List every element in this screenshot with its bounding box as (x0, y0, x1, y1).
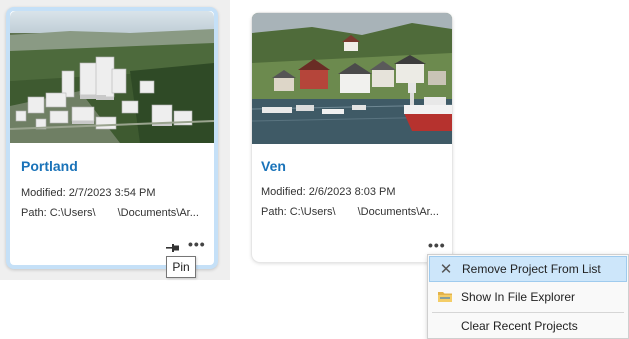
project-path-prefix: Path: C:\Users\ (21, 207, 96, 219)
project-path-suffix: \Documents\Ar... (357, 206, 439, 218)
menu-item-label: Clear Recent Projects (461, 319, 578, 333)
project-context-menu: ✕ Remove Project From List Show In File … (427, 254, 629, 339)
project-thumbnail (10, 11, 214, 143)
project-path: Path: C:\Users\ \Documents\Ar... (261, 206, 439, 218)
project-title[interactable]: Ven (261, 158, 286, 174)
more-options-icon[interactable]: ••• (428, 238, 446, 252)
project-modified-date: Modified: 2/6/2023 8:03 PM (261, 186, 396, 198)
project-card-portland[interactable]: Portland Modified: 2/7/2023 3:54 PM Path… (6, 7, 218, 269)
project-modified-date: Modified: 2/7/2023 3:54 PM (21, 187, 156, 199)
close-icon: ✕ (439, 260, 453, 278)
project-path-prefix: Path: C:\Users\ (261, 206, 336, 218)
menu-item-label: Show In File Explorer (461, 290, 576, 304)
menu-item-show-in-explorer[interactable]: Show In File Explorer (429, 284, 627, 310)
pin-tooltip: Pin (166, 256, 196, 278)
project-path: Path: C:\Users\ \Documents\Ar... (21, 207, 199, 219)
project-title[interactable]: Portland (21, 158, 78, 174)
project-path-suffix: \Documents\Ar... (117, 207, 199, 219)
menu-item-clear-recent[interactable]: Clear Recent Projects (429, 313, 627, 339)
more-options-icon[interactable]: ••• (188, 237, 206, 251)
project-card-ven[interactable]: Ven Modified: 2/6/2023 8:03 PM Path: C:\… (252, 13, 452, 262)
recent-projects-view: Portland Modified: 2/7/2023 3:54 PM Path… (0, 0, 629, 339)
pin-icon[interactable] (166, 240, 180, 252)
menu-item-label: Remove Project From List (462, 262, 601, 276)
project-thumbnail (252, 13, 452, 144)
folder-icon (437, 289, 453, 305)
harbor-village-thumbnail (252, 13, 452, 144)
menu-item-remove-project[interactable]: ✕ Remove Project From List (429, 256, 627, 282)
city-3d-thumbnail (10, 11, 214, 143)
